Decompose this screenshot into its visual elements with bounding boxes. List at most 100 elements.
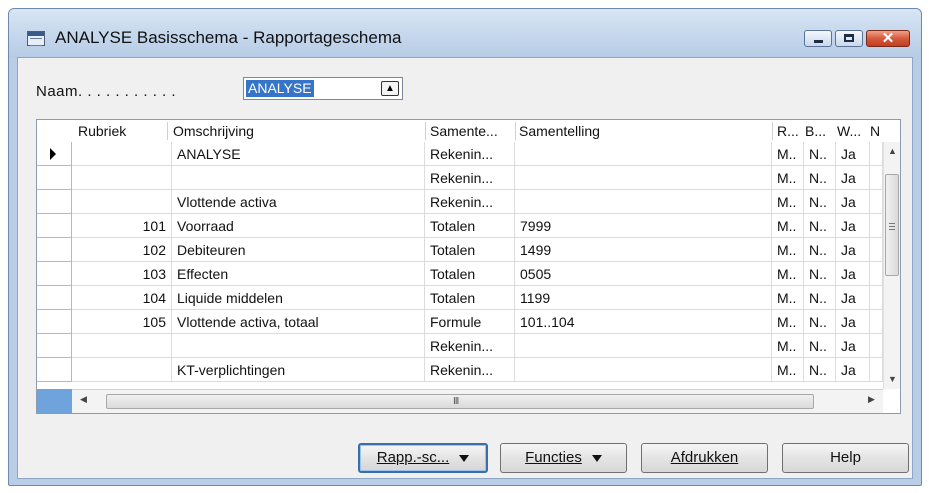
- cell-w[interactable]: Ja: [836, 238, 870, 262]
- cell-b[interactable]: N..: [804, 334, 836, 358]
- cell-samentellingtype[interactable]: Formule: [425, 310, 515, 334]
- vertical-scrollbar[interactable]: ▲ ▼: [883, 142, 900, 389]
- cell-omschrijving[interactable]: Liquide middelen: [172, 286, 425, 310]
- cell-b[interactable]: N..: [804, 310, 836, 334]
- cell-samentellingtype[interactable]: Totalen: [425, 214, 515, 238]
- cell-w[interactable]: Ja: [836, 214, 870, 238]
- scroll-left-icon[interactable]: ◀: [80, 394, 87, 405]
- cell-r[interactable]: M..: [772, 358, 804, 382]
- cell-n[interactable]: [870, 142, 883, 166]
- scroll-up-icon[interactable]: ▲: [888, 146, 897, 156]
- cell-n[interactable]: [870, 334, 883, 358]
- cell-n[interactable]: [870, 286, 883, 310]
- scroll-right-icon[interactable]: ▶: [868, 394, 875, 405]
- row-selector[interactable]: [37, 190, 72, 214]
- cell-n[interactable]: [870, 238, 883, 262]
- column-header-b[interactable]: B...: [805, 120, 835, 142]
- scroll-down-icon[interactable]: ▼: [888, 374, 897, 384]
- cell-r[interactable]: M..: [772, 214, 804, 238]
- cell-rubriek[interactable]: 103: [72, 262, 172, 286]
- column-header-samentelling[interactable]: Samentelling: [519, 120, 769, 142]
- cell-samentelling[interactable]: 1499: [515, 238, 772, 262]
- table-row[interactable]: 101 Voorraad Totalen 7999 M.. N.. Ja: [37, 214, 883, 238]
- row-selector[interactable]: [37, 358, 72, 382]
- column-header-omschrijving[interactable]: Omschrijving: [173, 120, 426, 142]
- cell-omschrijving[interactable]: Vlottende activa, totaal: [172, 310, 425, 334]
- cell-w[interactable]: Ja: [836, 166, 870, 190]
- cell-omschrijving[interactable]: KT-verplichtingen: [172, 358, 425, 382]
- row-selector[interactable]: [37, 334, 72, 358]
- cell-r[interactable]: M..: [772, 286, 804, 310]
- cell-omschrijving[interactable]: [172, 166, 425, 190]
- cell-r[interactable]: M..: [772, 190, 804, 214]
- maximize-button[interactable]: [835, 30, 863, 47]
- column-divider[interactable]: [515, 122, 516, 140]
- cell-b[interactable]: N..: [804, 286, 836, 310]
- cell-r[interactable]: M..: [772, 310, 804, 334]
- cell-samentellingtype[interactable]: Rekenin...: [425, 190, 515, 214]
- cell-r[interactable]: M..: [772, 238, 804, 262]
- row-selector[interactable]: [37, 262, 72, 286]
- cell-b[interactable]: N..: [804, 238, 836, 262]
- column-divider[interactable]: [425, 122, 426, 140]
- cell-b[interactable]: N..: [804, 262, 836, 286]
- cell-omschrijving[interactable]: Vlottende activa: [172, 190, 425, 214]
- cell-omschrijving[interactable]: [172, 334, 425, 358]
- table-row[interactable]: Vlottende activa Rekenin... M.. N.. Ja: [37, 190, 883, 214]
- table-row[interactable]: 104 Liquide middelen Totalen 1199 M.. N.. Ja: [37, 286, 883, 310]
- title-bar[interactable]: ANALYSE Basisschema - Rapportageschema ✕: [9, 9, 921, 57]
- cell-b[interactable]: N..: [804, 166, 836, 190]
- naam-field[interactable]: ANALYSE ▲: [243, 77, 403, 100]
- cell-omschrijving[interactable]: Effecten: [172, 262, 425, 286]
- cell-w[interactable]: Ja: [836, 310, 870, 334]
- cell-samentelling[interactable]: [515, 142, 772, 166]
- column-header-n[interactable]: N: [870, 120, 882, 142]
- cell-omschrijving[interactable]: Debiteuren: [172, 238, 425, 262]
- cell-samentellingtype[interactable]: Totalen: [425, 262, 515, 286]
- row-selector[interactable]: [37, 166, 72, 190]
- cell-rubriek[interactable]: [72, 190, 172, 214]
- cell-samentelling[interactable]: [515, 166, 772, 190]
- cell-samentellingtype[interactable]: Rekenin...: [425, 142, 515, 166]
- column-header-rubriek[interactable]: Rubriek: [78, 120, 168, 142]
- cell-n[interactable]: [870, 166, 883, 190]
- column-divider[interactable]: [772, 122, 773, 140]
- table-row[interactable]: 103 Effecten Totalen 0505 M.. N.. Ja: [37, 262, 883, 286]
- row-selector[interactable]: [37, 142, 72, 166]
- lookup-up-arrow-icon[interactable]: ▲: [381, 81, 399, 96]
- cell-n[interactable]: [870, 358, 883, 382]
- row-selector[interactable]: [37, 214, 72, 238]
- cell-samentellingtype[interactable]: Totalen: [425, 286, 515, 310]
- vertical-scroll-thumb[interactable]: [885, 174, 899, 276]
- table-row[interactable]: 105 Vlottende activa, totaal Formule 101..1…: [37, 310, 883, 334]
- cell-b[interactable]: N..: [804, 190, 836, 214]
- cell-omschrijving[interactable]: ANALYSE: [172, 142, 425, 166]
- cell-w[interactable]: Ja: [836, 358, 870, 382]
- horizontal-scrollbar[interactable]: ◀ III ▶: [72, 389, 883, 413]
- cell-samentelling[interactable]: [515, 190, 772, 214]
- cell-w[interactable]: Ja: [836, 286, 870, 310]
- cell-r[interactable]: M..: [772, 166, 804, 190]
- table-row[interactable]: KT-verplichtingen Rekenin... M.. N.. Ja: [37, 358, 883, 382]
- cell-rubriek[interactable]: [72, 142, 172, 166]
- cell-samentellingtype[interactable]: Rekenin...: [425, 166, 515, 190]
- cell-samentellingtype[interactable]: Rekenin...: [425, 358, 515, 382]
- cell-n[interactable]: [870, 262, 883, 286]
- help-button[interactable]: Help: [782, 443, 909, 473]
- cell-samentellingtype[interactable]: Totalen: [425, 238, 515, 262]
- cell-samentelling[interactable]: 1199: [515, 286, 772, 310]
- cell-rubriek[interactable]: 105: [72, 310, 172, 334]
- cell-rubriek[interactable]: 101: [72, 214, 172, 238]
- column-divider[interactable]: [167, 122, 168, 140]
- cell-w[interactable]: Ja: [836, 142, 870, 166]
- row-selector[interactable]: [37, 310, 72, 334]
- row-selector[interactable]: [37, 286, 72, 310]
- table-row[interactable]: Rekenin... M.. N.. Ja: [37, 334, 883, 358]
- cell-samentelling[interactable]: 0505: [515, 262, 772, 286]
- column-header-r[interactable]: R...: [777, 120, 805, 142]
- cell-r[interactable]: M..: [772, 262, 804, 286]
- row-selector[interactable]: [37, 238, 72, 262]
- cell-samentellingtype[interactable]: Rekenin...: [425, 334, 515, 358]
- cell-r[interactable]: M..: [772, 142, 804, 166]
- cell-samentelling[interactable]: 7999: [515, 214, 772, 238]
